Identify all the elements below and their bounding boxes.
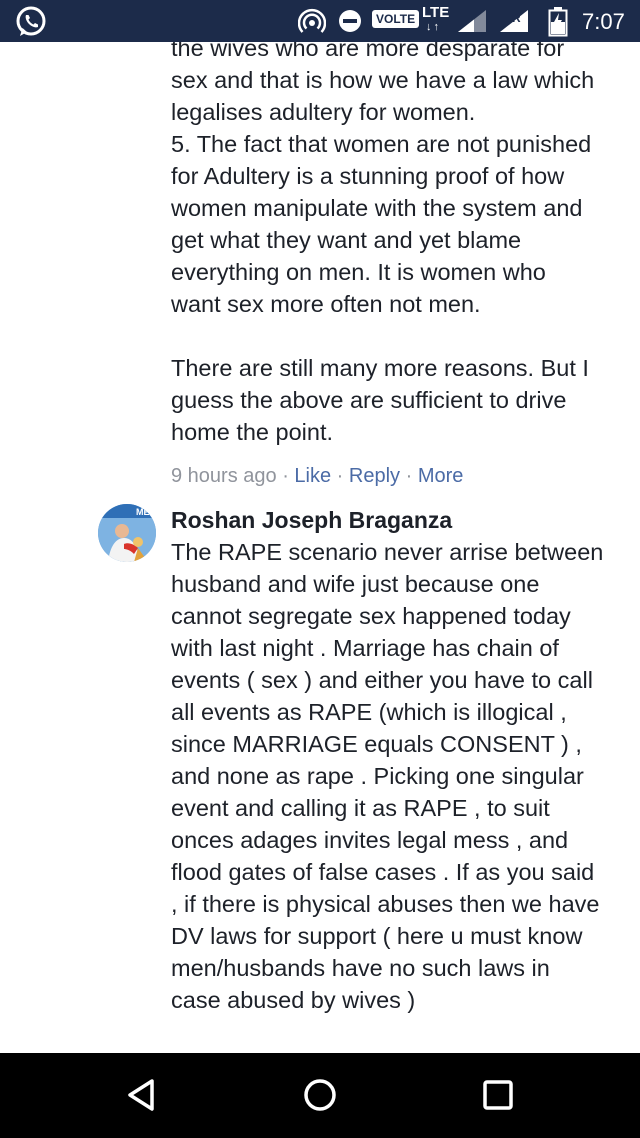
- recents-icon[interactable]: [476, 1073, 520, 1117]
- reply-link[interactable]: Reply: [349, 465, 400, 487]
- dnd-icon: [339, 10, 361, 32]
- home-icon[interactable]: [298, 1073, 342, 1117]
- back-icon[interactable]: [120, 1073, 164, 1117]
- comments-list[interactable]: the wives who are more desparate for sex…: [0, 42, 640, 1053]
- comment-text: the wives who are more desparate for sex…: [171, 42, 595, 445]
- signal-icon: [458, 10, 486, 32]
- avatar[interactable]: ME: [98, 504, 156, 562]
- meta-separator: ·: [331, 465, 349, 487]
- comment-meta: 9 hours ago · Like · Reply · More: [171, 462, 463, 490]
- clock: 7:07: [582, 9, 625, 34]
- screen: VOLTE LTE ↓↑ R 7:07 the wives who are mo…: [0, 0, 640, 1138]
- volte-badge: VOLTE: [372, 10, 420, 28]
- whatsapp-icon: [16, 6, 46, 36]
- hotspot-icon: [298, 8, 326, 33]
- navigation-bar: [0, 1053, 640, 1138]
- comment-author[interactable]: Roshan Joseph Braganza: [171, 504, 452, 536]
- lte-arrows: ↓↑: [426, 21, 441, 33]
- status-bar: VOLTE LTE ↓↑ R 7:07: [0, 0, 640, 42]
- battery-icon: [548, 7, 568, 37]
- comment-timestamp: 9 hours ago: [171, 465, 277, 487]
- roaming-label: R: [512, 11, 521, 25]
- more-link[interactable]: More: [418, 465, 464, 487]
- avatar-label: ME: [136, 507, 150, 517]
- meta-separator: ·: [276, 465, 295, 487]
- meta-separator: ·: [400, 465, 418, 487]
- avatar-image: ME: [98, 504, 156, 562]
- like-link[interactable]: Like: [294, 465, 331, 487]
- lte-label: LTE: [422, 4, 450, 21]
- comment-text: The RAPE scenario never arrise between h…: [171, 539, 604, 1013]
